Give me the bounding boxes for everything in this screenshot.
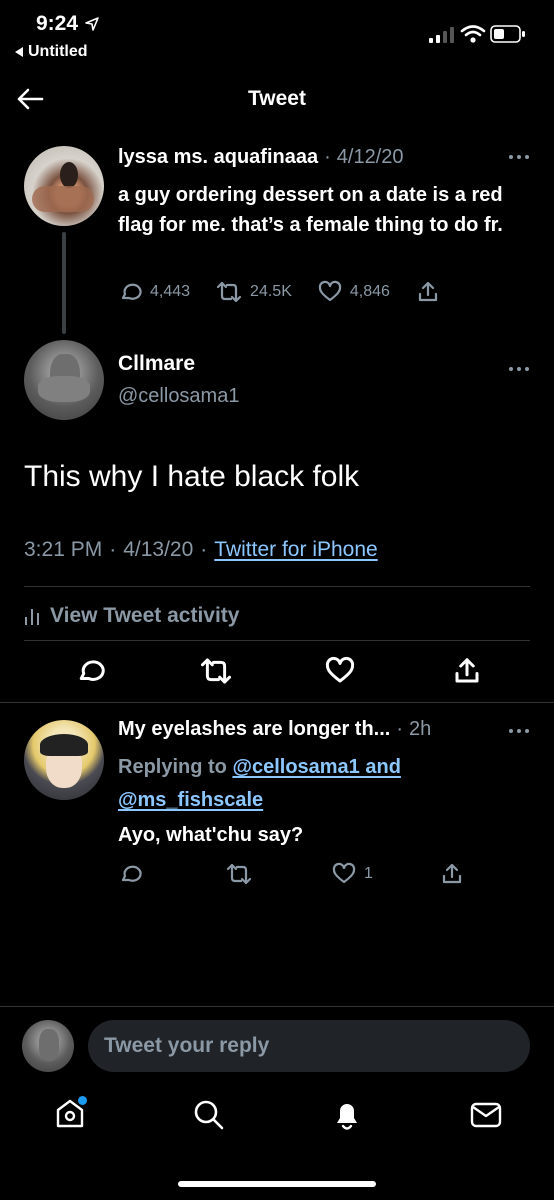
main-more-icon[interactable] — [508, 364, 530, 374]
parent-tweet-text: a guy ordering dessert on a date is a re… — [118, 184, 503, 236]
heart-icon — [332, 862, 356, 884]
retweet-icon[interactable] — [200, 656, 232, 686]
divider — [0, 702, 554, 703]
reply-avatar[interactable] — [24, 720, 104, 800]
main-tweet-text: This why I hate black folk — [24, 460, 360, 493]
reply-icon — [121, 283, 142, 300]
back-to-app[interactable]: Untitled — [14, 43, 88, 61]
notification-dot — [78, 1096, 87, 1105]
main-tweet-time: 3:21 PM — [24, 538, 103, 561]
main-actions — [0, 656, 554, 688]
messages-icon[interactable] — [470, 1102, 502, 1128]
replying-handle-2[interactable]: @ms_fishscale — [118, 789, 263, 811]
parent-reply-button[interactable]: 4,443 — [118, 280, 190, 304]
replying-handles[interactable]: @cellosama1 and — [232, 756, 400, 778]
parent-tweet-header: lyssa ms. aquafinaaa · 4/12/20 — [118, 146, 404, 169]
tab-bar — [0, 1090, 554, 1150]
parent-actions: 4,443 24.5K 4,846 — [118, 280, 440, 304]
parent-reply-count: 4,443 — [150, 283, 191, 300]
reply-like-button[interactable]: 1 — [332, 862, 373, 886]
heart-icon[interactable] — [325, 656, 355, 686]
battery-icon — [490, 25, 525, 43]
main-author-handle[interactable]: @cellosama1 — [118, 385, 239, 408]
search-icon[interactable] — [192, 1098, 226, 1132]
home-indicator — [178, 1181, 376, 1187]
share-icon — [418, 281, 438, 302]
parent-more-icon[interactable] — [508, 152, 530, 162]
parent-avatar[interactable] — [24, 146, 104, 226]
header: Tweet — [0, 75, 554, 125]
reply-author-name[interactable]: My eyelashes are longer th... — [118, 718, 390, 741]
reply-icon[interactable] — [118, 862, 142, 886]
main-tweet-date: 4/13/20 — [123, 538, 194, 561]
share-icon[interactable] — [440, 862, 464, 886]
heart-icon — [318, 280, 341, 302]
thread-connector — [62, 232, 66, 334]
main-avatar[interactable] — [24, 340, 104, 420]
divider — [24, 640, 530, 641]
reply-input-placeholder: Tweet your reply — [104, 1034, 270, 1057]
divider — [0, 1006, 554, 1007]
parent-date: 4/12/20 — [336, 146, 404, 168]
reply-more-icon[interactable] — [508, 726, 530, 736]
parent-like-count: 4,846 — [349, 283, 390, 300]
view-activity-label: View Tweet activity — [50, 604, 240, 627]
replying-to: Replying to @cellosama1 and @ms_fishscal… — [118, 751, 538, 817]
reply-tweet-header: My eyelashes are longer th... · 2h — [118, 718, 432, 741]
back-triangle-icon — [15, 47, 23, 57]
status-bar: 9:24 Untitled — [0, 0, 554, 70]
retweet-icon[interactable] — [226, 862, 252, 886]
status-time: 9:24 — [36, 12, 79, 35]
share-icon[interactable] — [452, 656, 482, 686]
reply-input[interactable]: Tweet your reply — [88, 1020, 530, 1072]
reply-actions: 1 — [0, 862, 554, 888]
parent-retweet-button[interactable]: 24.5K — [216, 280, 292, 304]
main-tweet-meta: 3:21 PM · 4/13/20 · Twitter for iPhone — [24, 538, 378, 562]
wifi-icon — [460, 25, 486, 43]
reply-tweet-text: Ayo, what'chu say? — [118, 824, 304, 846]
reply-time: 2h — [409, 718, 432, 740]
view-activity-button[interactable]: View Tweet activity — [24, 604, 239, 628]
reply-icon[interactable] — [75, 656, 105, 686]
page-title: Tweet — [248, 87, 306, 110]
main-tweet-source[interactable]: Twitter for iPhone — [214, 538, 377, 562]
parent-author-name[interactable]: lyssa ms. aquafinaaa — [118, 146, 318, 169]
parent-retweet-count: 24.5K — [250, 283, 292, 300]
notifications-icon[interactable] — [332, 1098, 362, 1132]
reply-like-count: 1 — [364, 865, 373, 882]
parent-like-button[interactable]: 4,846 — [318, 280, 390, 304]
main-author-name[interactable]: Cllmare — [118, 352, 195, 376]
back-app-label: Untitled — [28, 43, 88, 60]
parent-share-button[interactable] — [416, 280, 440, 304]
replying-prefix: Replying to — [118, 756, 227, 778]
retweet-icon — [216, 281, 242, 303]
activity-bars-icon — [25, 609, 39, 625]
composer-avatar — [22, 1020, 74, 1072]
location-arrow-icon — [85, 17, 99, 31]
signal-icon — [429, 27, 454, 43]
tab-home[interactable] — [54, 1096, 87, 1130]
divider — [24, 586, 530, 587]
